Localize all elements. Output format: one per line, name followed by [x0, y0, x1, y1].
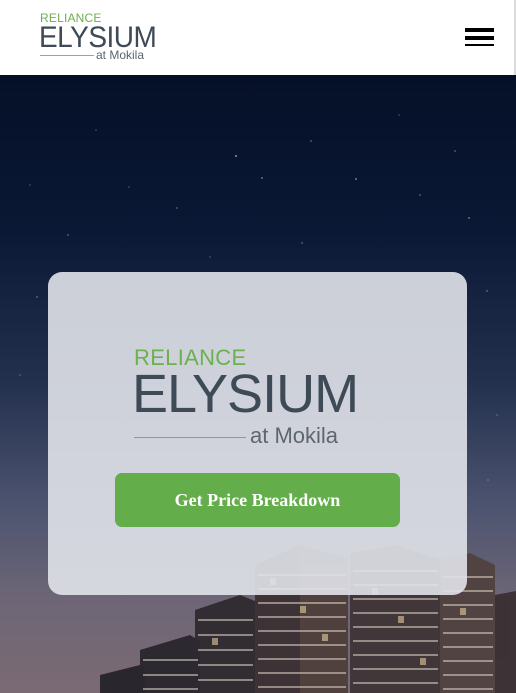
- header-logo-divider: [40, 55, 94, 56]
- hamburger-menu-icon[interactable]: [465, 28, 494, 48]
- site-header: RELIANCE ELYSIUM at Mokila: [0, 0, 516, 75]
- hamburger-bar: [465, 28, 494, 32]
- hamburger-bar: [465, 44, 494, 46]
- hero-logo-brand-sub: at Mokila: [250, 423, 339, 448]
- header-logo-brand-sub: at Mokila: [96, 48, 145, 62]
- header-logo[interactable]: RELIANCE ELYSIUM at Mokila: [39, 10, 159, 64]
- hero-logo: RELIANCE ELYSIUM at Mokila: [132, 345, 374, 450]
- hamburger-bar: [465, 36, 494, 40]
- hero-logo-divider: [134, 437, 246, 438]
- hero-logo-brand-main: ELYSIUM: [132, 364, 359, 424]
- get-price-breakdown-button[interactable]: Get Price Breakdown: [115, 473, 400, 527]
